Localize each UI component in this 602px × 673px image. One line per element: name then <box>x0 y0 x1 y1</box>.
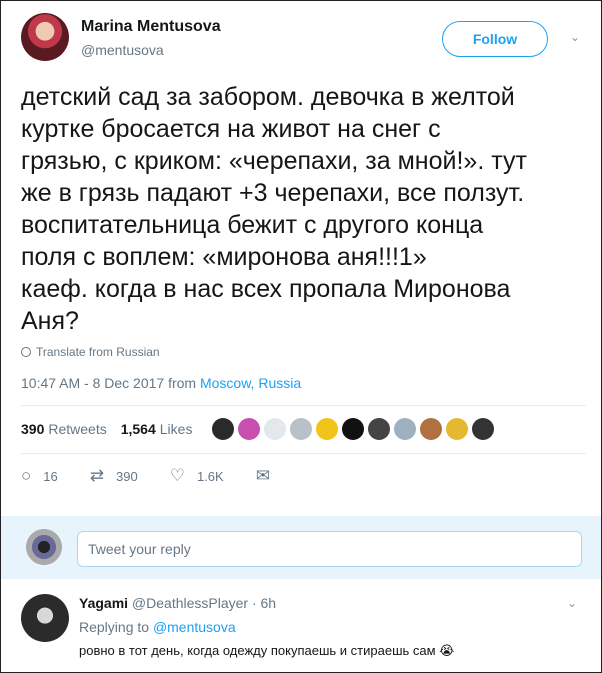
liker-avatar[interactable] <box>290 418 313 440</box>
reply-text: ровно в тот день, когда одежду покупаешь… <box>79 643 455 658</box>
retweet-count: 390 <box>116 468 138 484</box>
liker-avatar[interactable] <box>238 418 261 440</box>
from-label: from <box>168 375 197 391</box>
reply-avatar[interactable] <box>21 594 69 642</box>
reply-author-handle[interactable]: @DeathlessPlayer <box>132 595 248 611</box>
heart-icon[interactable]: ♡ <box>170 467 185 485</box>
like-action[interactable]: ♡ 1.6K <box>170 467 224 485</box>
like-count: 1.6K <box>196 468 224 484</box>
follow-button[interactable]: Follow <box>442 21 548 57</box>
liker-avatar[interactable] <box>342 418 365 440</box>
translate-link[interactable]: Translate from Russian <box>21 345 160 359</box>
likes-count: 1,564 <box>120 421 156 437</box>
liker-avatar[interactable] <box>212 418 235 440</box>
replying-mention[interactable]: @mentusova <box>153 619 236 635</box>
liker-avatar[interactable] <box>420 418 443 440</box>
globe-icon <box>21 347 31 357</box>
translate-label[interactable]: Translate from Russian <box>36 345 160 359</box>
location-link[interactable]: Moscow, Russia <box>200 375 301 391</box>
dm-action[interactable]: ✉ <box>256 467 282 485</box>
envelope-icon[interactable]: ✉ <box>256 467 270 485</box>
current-user-avatar <box>23 526 65 568</box>
tweet-stats: 390 Retweets 1,564 Likes <box>21 415 495 443</box>
tweet-meta: 10:47 AM - 8 Dec 2017 from Moscow, Russi… <box>21 375 301 391</box>
chevron-down-icon[interactable]: ⌄ <box>567 596 577 610</box>
reply-input[interactable]: Tweet your reply <box>77 531 582 567</box>
chevron-down-icon[interactable]: ⌄ <box>567 29 583 45</box>
retweets-count: 390 <box>21 421 45 437</box>
divider <box>21 453 586 454</box>
reply-time[interactable]: · 6h <box>252 595 276 611</box>
tweet-text: детский сад за забором. девочка в желтой… <box>21 83 527 335</box>
reply-count: 16 <box>43 468 58 484</box>
reply-header: Yagami @DeathlessPlayer · 6h <box>79 595 276 611</box>
liker-avatar[interactable] <box>472 418 495 440</box>
divider <box>21 405 586 406</box>
liker-avatar[interactable] <box>264 418 287 440</box>
liker-avatar[interactable] <box>394 418 417 440</box>
likers-list <box>212 418 495 440</box>
author-name[interactable]: Marina Mentusova <box>81 18 221 36</box>
tweet-actions: ○ 16 ⇄ 390 ♡ 1.6K ✉ <box>21 467 314 485</box>
likes-stat[interactable]: 1,564 Likes <box>121 421 193 437</box>
retweets-stat[interactable]: 390 Retweets <box>21 421 107 437</box>
reply-icon[interactable]: ○ <box>21 467 31 485</box>
timestamp[interactable]: 10:47 AM - 8 Dec 2017 <box>21 375 164 391</box>
reply-author-name[interactable]: Yagami <box>79 595 128 611</box>
retweet-icon[interactable]: ⇄ <box>90 467 104 485</box>
retweet-action[interactable]: ⇄ 390 <box>90 467 138 485</box>
liker-avatar[interactable] <box>316 418 339 440</box>
reply-tweet[interactable]: Yagami @DeathlessPlayer · 6h ⌄ Replying … <box>1 580 601 673</box>
liker-avatar[interactable] <box>368 418 391 440</box>
author-avatar[interactable] <box>21 13 69 61</box>
tweet-header: Marina Mentusova @mentusova Follow ⌄ <box>21 13 586 65</box>
likes-label: Likes <box>159 421 193 437</box>
replying-label: Replying to <box>79 619 150 635</box>
liker-avatar[interactable] <box>446 418 469 440</box>
tweet-card: Marina Mentusova @mentusova Follow ⌄ дет… <box>0 0 602 673</box>
reply-action[interactable]: ○ 16 <box>21 467 58 485</box>
author-handle[interactable]: @mentusova <box>81 42 164 58</box>
retweets-label: Retweets <box>48 421 107 437</box>
replying-to: Replying to @mentusova <box>79 619 236 635</box>
